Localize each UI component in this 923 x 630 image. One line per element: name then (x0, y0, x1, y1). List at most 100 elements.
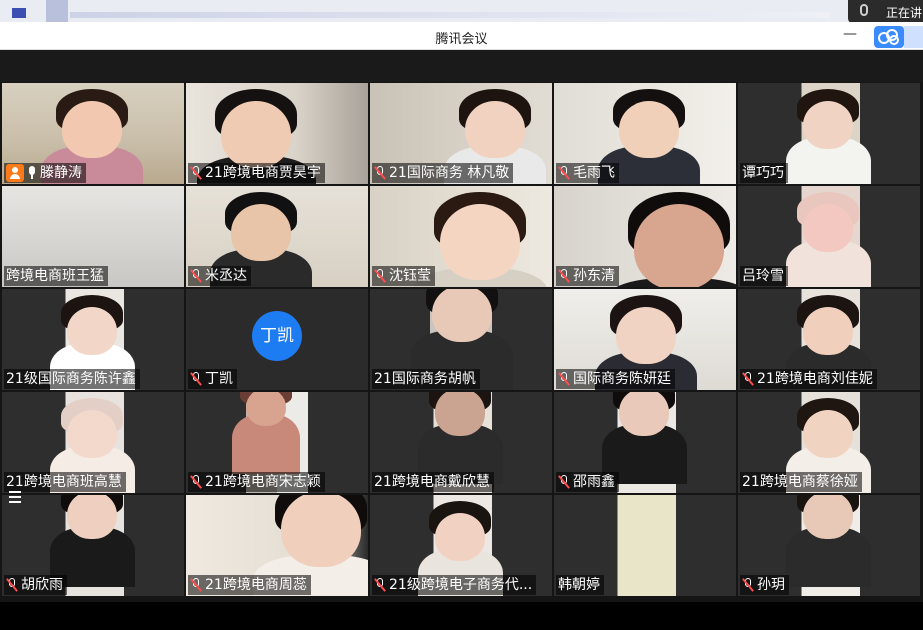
participant-tile[interactable]: 21跨境电商蔡徐娅 (738, 392, 920, 493)
participant-tile[interactable]: 孙东清 (554, 186, 736, 287)
participant-tile[interactable]: 21跨境电商宋志颖 (186, 392, 368, 493)
microphone-muted-icon (190, 475, 202, 489)
participant-name: 吕玲雪 (742, 268, 784, 284)
participant-tile[interactable]: 米丞达 (186, 186, 368, 287)
participant-name: 跨境电商班王猛 (6, 268, 104, 284)
participant-tile[interactable]: 21级国际商务陈许鑫 (2, 289, 184, 390)
speaking-indicator: 正在讲 (848, 0, 923, 24)
participant-avatar: 丁凯 (252, 311, 302, 361)
participant-name-tag: 滕静涛 (4, 163, 86, 183)
participant-name: 21级国际商务陈许鑫 (6, 371, 136, 387)
participant-name-tag: 21国际商务 林凡敬 (372, 163, 514, 183)
participant-tile[interactable]: 21国际商务胡帆 (370, 289, 552, 390)
participant-name: 邵雨鑫 (573, 474, 615, 490)
participant-name-tag: 吕玲雪 (740, 266, 788, 286)
participant-name-tag: 韩朝婷 (556, 575, 604, 595)
host-badge-icon (6, 164, 24, 182)
participant-name-tag: 米丞达 (188, 266, 251, 286)
participant-name: 21级跨境电子商务代... (389, 577, 533, 593)
participant-name: 孙东清 (573, 268, 615, 284)
participant-name: 沈钰莹 (389, 268, 431, 284)
microphone-muted-icon (558, 372, 570, 386)
participant-name: 21跨境电商蔡徐娅 (742, 474, 858, 490)
participant-tile[interactable]: 丁凯 丁凯 (186, 289, 368, 390)
participant-tile[interactable]: 21国际商务 林凡敬 (370, 83, 552, 184)
taskbar-deco (70, 12, 830, 18)
participant-name-tag: 孙玥 (740, 575, 789, 595)
microphone-muted-icon (558, 475, 570, 489)
video-grid: 滕静涛 21跨境电商贾昊宇 21国际商务 林凡敬 毛雨飞 谭巧巧跨境电商班王猛 米丞达 沈钰… (0, 82, 923, 602)
participant-tile[interactable]: 21跨境电商贾昊宇 (186, 83, 368, 184)
participant-name: 谭巧巧 (742, 165, 784, 181)
participant-name-tag: 21跨境电商周蕊 (188, 575, 311, 595)
microphone-muted-icon (190, 578, 202, 592)
microphone-icon (860, 4, 868, 16)
participant-tile[interactable]: 沈钰莹 (370, 186, 552, 287)
participant-name: 21国际商务胡帆 (374, 371, 476, 387)
participant-name: 国际商务陈妍廷 (573, 371, 671, 387)
participant-name: 胡欣雨 (21, 577, 63, 593)
participant-tile[interactable]: 吕玲雪 (738, 186, 920, 287)
minimize-icon[interactable]: — (838, 27, 862, 44)
participant-name-tag: 跨境电商班王猛 (4, 266, 108, 286)
window-edge (904, 26, 923, 48)
window-title-bar[interactable]: 腾讯会议 — (0, 22, 923, 50)
participant-tile[interactable]: 21跨境电商戴欣慧 (370, 392, 552, 493)
participant-name-tag: 国际商务陈妍廷 (556, 369, 675, 389)
participant-name: 21国际商务 林凡敬 (389, 165, 510, 181)
participant-name-tag: 丁凯 (188, 369, 237, 389)
participant-name-tag: 21跨境电商贾昊宇 (188, 163, 325, 183)
participant-tile[interactable]: 国际商务陈妍廷 (554, 289, 736, 390)
background-window-strip (0, 0, 923, 22)
microphone-muted-icon (190, 166, 202, 180)
participant-tile[interactable]: 跨境电商班王猛 (2, 186, 184, 287)
participant-name: 21跨境电商戴欣慧 (374, 474, 490, 490)
microphone-icon (27, 166, 37, 180)
participant-tile[interactable]: 滕静涛 (2, 83, 184, 184)
tencent-meeting-cloud-icon[interactable] (874, 26, 904, 48)
participant-name: 21跨境电商周蕊 (205, 577, 307, 593)
participant-name: 丁凯 (205, 371, 233, 387)
participant-name-tag: 21跨境电商蔡徐娅 (740, 472, 862, 492)
participant-tile[interactable]: 21跨境电商班高慧 (2, 392, 184, 493)
participant-name: 21跨境电商贾昊宇 (205, 165, 321, 181)
participant-name-tag: 孙东清 (556, 266, 619, 286)
participant-name: 米丞达 (205, 268, 247, 284)
participant-name-tag: 21跨境电商刘佳妮 (740, 369, 877, 389)
participant-name-tag: 21级跨境电子商务代... (372, 575, 537, 595)
list-icon[interactable] (5, 489, 25, 505)
microphone-muted-icon (374, 578, 386, 592)
microphone-muted-icon (742, 578, 754, 592)
participant-name: 滕静涛 (40, 165, 82, 181)
participant-name-tag: 21级国际商务陈许鑫 (4, 369, 140, 389)
participant-tile[interactable]: 谭巧巧 (738, 83, 920, 184)
microphone-muted-icon (374, 166, 386, 180)
participant-name-tag: 21国际商务胡帆 (372, 369, 480, 389)
participant-name-tag: 沈钰莹 (372, 266, 435, 286)
microphone-muted-icon (190, 372, 202, 386)
participant-name: 21跨境电商刘佳妮 (757, 371, 873, 387)
participant-tile[interactable]: 胡欣雨 (2, 495, 184, 596)
participant-tile[interactable]: 韩朝婷 (554, 495, 736, 596)
participant-name-tag: 21跨境电商宋志颖 (188, 472, 325, 492)
participant-name: 孙玥 (757, 577, 785, 593)
participant-tile[interactable]: 孙玥 (738, 495, 920, 596)
participant-name: 毛雨飞 (573, 165, 615, 181)
participant-name: 21跨境电商宋志颖 (205, 474, 321, 490)
participant-tile[interactable]: 21级跨境电子商务代... (370, 495, 552, 596)
participant-name-tag: 21跨境电商戴欣慧 (372, 472, 494, 492)
microphone-muted-icon (374, 269, 386, 283)
bottom-bar (0, 602, 923, 630)
participant-tile[interactable]: 21跨境电商刘佳妮 (738, 289, 920, 390)
microphone-muted-icon (190, 269, 202, 283)
taskbar-deco (46, 0, 68, 22)
participant-name-tag: 邵雨鑫 (556, 472, 619, 492)
speaking-label: 正在讲 (886, 6, 923, 20)
microphone-muted-icon (6, 578, 18, 592)
participant-tile[interactable]: 毛雨飞 (554, 83, 736, 184)
microphone-muted-icon (558, 269, 570, 283)
window-title: 腾讯会议 (435, 32, 488, 47)
participant-tile[interactable]: 21跨境电商周蕊 (186, 495, 368, 596)
participant-tile[interactable]: 邵雨鑫 (554, 392, 736, 493)
participant-name-tag: 胡欣雨 (4, 575, 67, 595)
